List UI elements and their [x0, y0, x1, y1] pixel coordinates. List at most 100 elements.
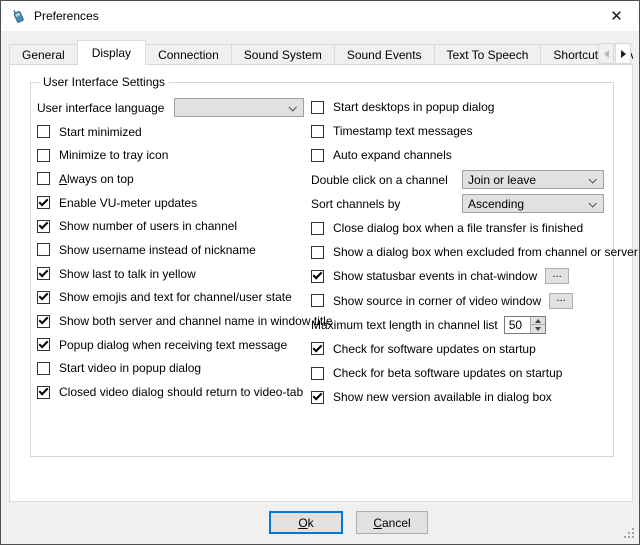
checkbox-label[interactable]: Show new version available in dialog box	[333, 390, 552, 404]
checkbox-row-timestamp: Timestamp text messages	[311, 119, 629, 143]
checkbox-label[interactable]: Show statusbar events in chat-window	[333, 269, 537, 283]
checkbox-label[interactable]: Start video in popup dialog	[59, 361, 201, 375]
checkbox[interactable]	[37, 315, 50, 328]
language-select[interactable]	[174, 98, 304, 117]
checkbox-label[interactable]: Show a dialog box when excluded from cha…	[333, 245, 638, 259]
checkbox-label[interactable]: Minimize to tray icon	[59, 148, 168, 162]
checkbox-row-video-popup: Start video in popup dialog	[37, 357, 309, 381]
video-source-more-button[interactable]: ...	[549, 293, 573, 309]
title-bar[interactable]: Preferences ✕	[1, 1, 639, 31]
checkbox-label[interactable]: Show last to talk in yellow	[59, 267, 196, 281]
checkbox[interactable]	[311, 270, 324, 283]
sort-channels-value: Ascending	[468, 197, 524, 211]
left-column: User interface language Start minimized …	[37, 96, 309, 404]
ok-button[interactable]: Ok	[269, 511, 343, 534]
chevron-down-icon	[588, 199, 596, 207]
checkbox[interactable]	[311, 101, 324, 114]
checkbox-row-window-title: Show both server and channel name in win…	[37, 309, 309, 333]
checkbox-row-video-source-corner: Show source in corner of video window ..…	[311, 289, 629, 313]
checkbox-label[interactable]: Popup dialog when receiving text message	[59, 338, 287, 352]
double-click-value: Join or leave	[468, 173, 536, 187]
group-title: User Interface Settings	[39, 75, 169, 89]
checkbox-row-show-username: Show username instead of nickname	[37, 238, 309, 262]
checkbox-label[interactable]: Closed video dialog should return to vid…	[59, 385, 303, 399]
checkbox-row-last-to-talk: Show last to talk in yellow	[37, 262, 309, 286]
right-column: Start desktops in popup dialog Timestamp…	[311, 95, 629, 409]
chevron-down-icon	[288, 103, 296, 111]
checkbox[interactable]	[37, 125, 50, 138]
max-text-length-label: Maximum text length in channel list	[311, 318, 498, 332]
preferences-dialog: Preferences ✕ General Display Connection…	[0, 0, 640, 545]
spinner-up-button[interactable]	[531, 317, 545, 325]
max-text-length-spinner[interactable]: 50	[504, 316, 546, 334]
resize-grip[interactable]	[623, 528, 635, 540]
checkbox[interactable]	[37, 149, 50, 162]
checkbox-row-close-on-transfer: Close dialog box when a file transfer is…	[311, 216, 629, 240]
tab-general[interactable]: General	[9, 44, 78, 65]
checkbox-label[interactable]: Start desktops in popup dialog	[333, 100, 494, 114]
checkbox[interactable]	[311, 391, 324, 404]
checkbox-row-statusbar-events: Show statusbar events in chat-window ...	[311, 264, 629, 288]
arrow-left-icon	[604, 50, 609, 58]
checkbox-label[interactable]: Check for software updates on startup	[333, 342, 536, 356]
checkbox-label[interactable]: Show both server and channel name in win…	[59, 314, 333, 328]
close-button[interactable]: ✕	[594, 1, 639, 31]
checkbox[interactable]	[37, 291, 50, 304]
checkbox[interactable]	[37, 267, 50, 280]
checkbox-label[interactable]: Auto expand channels	[333, 148, 452, 162]
checkbox[interactable]	[37, 386, 50, 399]
language-label: User interface language	[37, 101, 164, 115]
spinner-value[interactable]: 50	[505, 317, 530, 333]
checkbox-label[interactable]: Show source in corner of video window	[333, 294, 541, 308]
app-icon	[10, 8, 27, 25]
checkbox[interactable]	[311, 246, 324, 259]
tab-sound-events[interactable]: Sound Events	[334, 44, 435, 65]
checkbox-label[interactable]: Timestamp text messages	[333, 124, 473, 138]
checkbox-label[interactable]: Show number of users in channel	[59, 219, 237, 233]
display-tab-page: User Interface Settings User interface l…	[9, 64, 633, 502]
arrow-right-icon	[621, 50, 626, 58]
double-click-label: Double click on a channel	[311, 173, 448, 187]
language-row: User interface language	[37, 96, 309, 120]
checkbox-row-show-user-count: Show number of users in channel	[37, 214, 309, 238]
checkbox[interactable]	[311, 294, 324, 307]
checkbox[interactable]	[37, 196, 50, 209]
checkbox-row-emojis: Show emojis and text for channel/user st…	[37, 286, 309, 310]
checkbox[interactable]	[311, 149, 324, 162]
checkbox-label[interactable]: Show username instead of nickname	[59, 243, 256, 257]
checkbox[interactable]	[311, 222, 324, 235]
checkbox-label[interactable]: Enable VU-meter updates	[59, 196, 197, 210]
checkbox-row-beta-updates: Check for beta software updates on start…	[311, 361, 629, 385]
tab-sound-system[interactable]: Sound System	[231, 44, 335, 65]
checkbox-row-always-on-top: Always on top	[37, 167, 309, 191]
checkbox[interactable]	[311, 125, 324, 138]
checkbox-label[interactable]: Show emojis and text for channel/user st…	[59, 290, 292, 304]
cancel-button[interactable]: Cancel	[356, 511, 428, 534]
checkbox-row-start-desktops: Start desktops in popup dialog	[311, 95, 629, 119]
sort-channels-row: Sort channels by Ascending	[311, 192, 629, 216]
arrow-up-icon	[535, 319, 541, 323]
checkbox-label[interactable]: Close dialog box when a file transfer is…	[333, 221, 583, 235]
sort-channels-select[interactable]: Ascending	[462, 194, 604, 213]
checkbox-label[interactable]: Start minimized	[59, 125, 142, 139]
checkbox[interactable]	[37, 172, 50, 185]
checkbox-row-popup-text-message: Popup dialog when receiving text message	[37, 333, 309, 357]
spinner-down-button[interactable]	[531, 324, 545, 333]
tab-scroll-left-button[interactable]	[598, 43, 614, 64]
tab-scroll-right-button[interactable]	[615, 43, 631, 64]
statusbar-events-more-button[interactable]: ...	[545, 268, 569, 284]
tab-display[interactable]: Display	[77, 40, 146, 65]
checkbox-label[interactable]: Always on top	[59, 172, 134, 186]
tab-text-to-speech[interactable]: Text To Speech	[434, 44, 542, 65]
checkbox[interactable]	[37, 220, 50, 233]
checkbox[interactable]	[37, 338, 50, 351]
spinner-arrows	[530, 317, 545, 333]
checkbox[interactable]	[37, 362, 50, 375]
tab-scrollers	[598, 43, 631, 64]
checkbox[interactable]	[311, 367, 324, 380]
tab-connection[interactable]: Connection	[145, 44, 232, 65]
checkbox[interactable]	[311, 342, 324, 355]
double-click-select[interactable]: Join or leave	[462, 170, 604, 189]
checkbox[interactable]	[37, 243, 50, 256]
checkbox-label[interactable]: Check for beta software updates on start…	[333, 366, 562, 380]
